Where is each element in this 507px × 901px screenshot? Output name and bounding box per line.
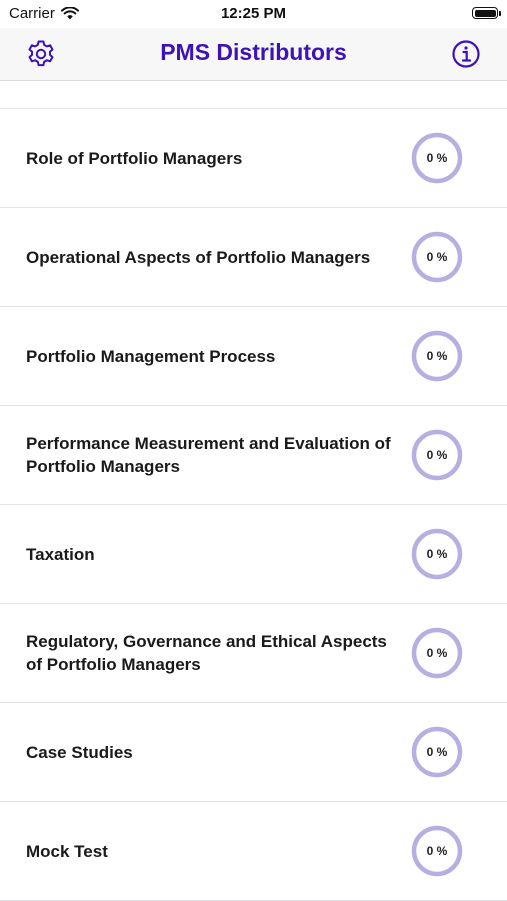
progress-ring: 0 % <box>410 725 464 779</box>
chapter-list: Role of Portfolio Managers 0 % Operational… <box>0 108 507 901</box>
progress-ring: 0 % <box>410 230 464 284</box>
progress-label: 0 % <box>426 745 448 759</box>
page-title: PMS Distributors <box>160 39 347 65</box>
chapter-row[interactable]: Portfolio Management Process 0 % <box>0 307 507 406</box>
progress-ring: 0 % <box>410 626 464 680</box>
progress-ring: 0 % <box>410 329 464 383</box>
progress-label: 0 % <box>426 448 448 462</box>
info-icon <box>452 40 480 68</box>
chapter-row[interactable]: Taxation 0 % <box>0 505 507 604</box>
chapter-title: Performance Measurement and Evaluation o… <box>26 434 391 476</box>
chapter-row[interactable]: Regulatory, Governance and Ethical Aspec… <box>0 604 507 703</box>
chapter-row[interactable]: Operational Aspects of Portfolio Manager… <box>0 208 507 307</box>
progress-ring: 0 % <box>410 131 464 185</box>
chapter-row[interactable]: Role of Portfolio Managers 0 % <box>0 109 507 208</box>
progress-label: 0 % <box>426 646 448 660</box>
info-button[interactable] <box>450 38 482 70</box>
battery-icon <box>472 7 501 19</box>
chapter-title: Mock Test <box>26 841 108 861</box>
clock: 12:25 PM <box>220 5 287 22</box>
chapter-title: Taxation <box>26 544 95 564</box>
progress-label: 0 % <box>426 844 448 858</box>
chapter-title: Operational Aspects of Portfolio Manager… <box>26 247 371 267</box>
chapter-title: Case Studies <box>26 742 133 762</box>
status-bar: Carrier 12:25 PM <box>0 0 507 28</box>
chapter-title: Role of Portfolio Managers <box>26 148 243 168</box>
progress-ring: 0 % <box>410 824 464 878</box>
progress-label: 0 % <box>426 151 448 165</box>
navigation-bar: PMS Distributors <box>0 28 507 81</box>
chapter-row[interactable]: Mock Test 0 % <box>0 802 507 901</box>
chapter-row[interactable]: Case Studies 0 % <box>0 703 507 802</box>
progress-label: 0 % <box>426 250 448 264</box>
progress-label: 0 % <box>426 547 448 561</box>
chapter-row[interactable]: Performance Measurement and Evaluation o… <box>0 406 507 505</box>
progress-ring: 0 % <box>410 527 464 581</box>
chapter-title: Regulatory, Governance and Ethical Aspec… <box>26 632 387 674</box>
progress-label: 0 % <box>426 349 448 363</box>
progress-ring: 0 % <box>410 428 464 482</box>
chapter-title: Portfolio Management Process <box>26 346 276 366</box>
